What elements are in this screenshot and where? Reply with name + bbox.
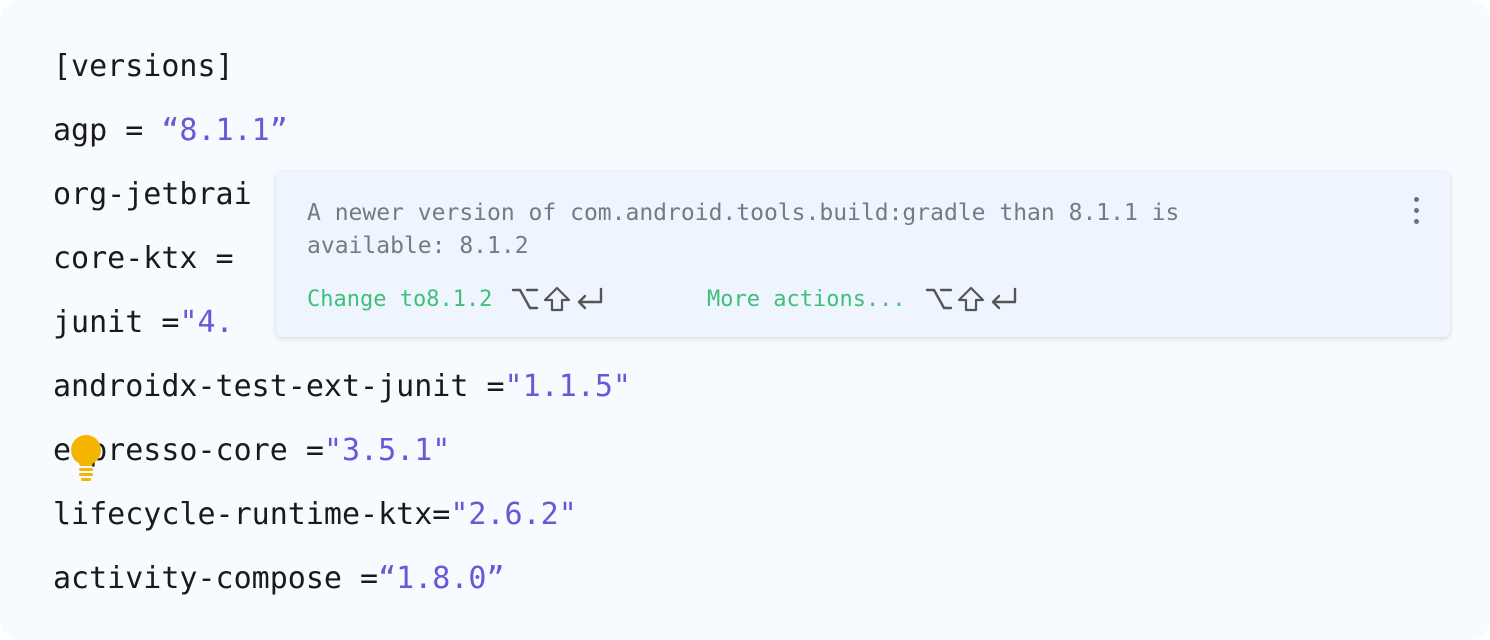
change-version-action[interactable]: Change to8.1.2 xyxy=(307,281,606,317)
more-options-icon[interactable] xyxy=(1410,197,1422,233)
message-line: available: 8.1.2 xyxy=(307,233,529,259)
line-key: junit = xyxy=(53,305,180,340)
shift-key-icon xyxy=(957,286,984,312)
line-value: “1.8.0” xyxy=(378,561,505,596)
line-key: core-ktx = xyxy=(53,241,252,276)
message-line: A newer version of com.android.tools.bui… xyxy=(307,200,1180,226)
line-value: "4. xyxy=(179,305,234,340)
shift-key-icon xyxy=(544,286,571,312)
code-line[interactable]: agp = “8.1.1” xyxy=(53,106,631,170)
code-editor-panel: [versions] agp = “8.1.1” org-jetbrai cor… xyxy=(0,0,1490,640)
option-key-icon xyxy=(512,288,539,310)
more-actions-label: More actions... xyxy=(707,286,906,312)
line-key: [versions] xyxy=(53,49,234,84)
code-line[interactable]: espresso-core ="3.5.1" xyxy=(53,426,631,490)
line-value: “8.1.1” xyxy=(161,113,288,148)
line-key: org-jetbrai xyxy=(53,177,252,212)
keyboard-shortcut xyxy=(924,285,1020,313)
option-key-icon xyxy=(925,288,952,310)
line-key: agp = xyxy=(53,113,162,148)
change-version-label: Change to8.1.2 xyxy=(307,286,493,312)
line-value: "2.6.2" xyxy=(450,497,577,532)
line-value: "1.1.5" xyxy=(504,369,631,404)
line-key: androidx-test-ext-junit = xyxy=(53,369,505,404)
code-line[interactable]: activity-compose =“1.8.0” xyxy=(53,554,631,618)
code-line[interactable]: androidx-test-ext-junit ="1.1.5" xyxy=(53,362,631,426)
more-actions-action[interactable]: More actions... xyxy=(707,281,1020,317)
line-value: "3.5.1" xyxy=(323,433,451,468)
code-line[interactable]: [versions] xyxy=(53,42,631,106)
line-key: lifecycle-runtime-ktx= xyxy=(53,497,451,532)
return-key-icon xyxy=(991,287,1016,310)
inspection-message: A newer version of com.android.tools.bui… xyxy=(307,197,1367,263)
code-line[interactable]: lifecycle-runtime-ktx="2.6.2" xyxy=(53,490,631,554)
keyboard-shortcut xyxy=(510,285,606,313)
lightbulb-icon[interactable] xyxy=(66,433,106,483)
inspection-popup: A newer version of com.android.tools.bui… xyxy=(276,171,1450,337)
return-key-icon xyxy=(578,287,603,310)
line-key: activity-compose = xyxy=(53,561,379,596)
